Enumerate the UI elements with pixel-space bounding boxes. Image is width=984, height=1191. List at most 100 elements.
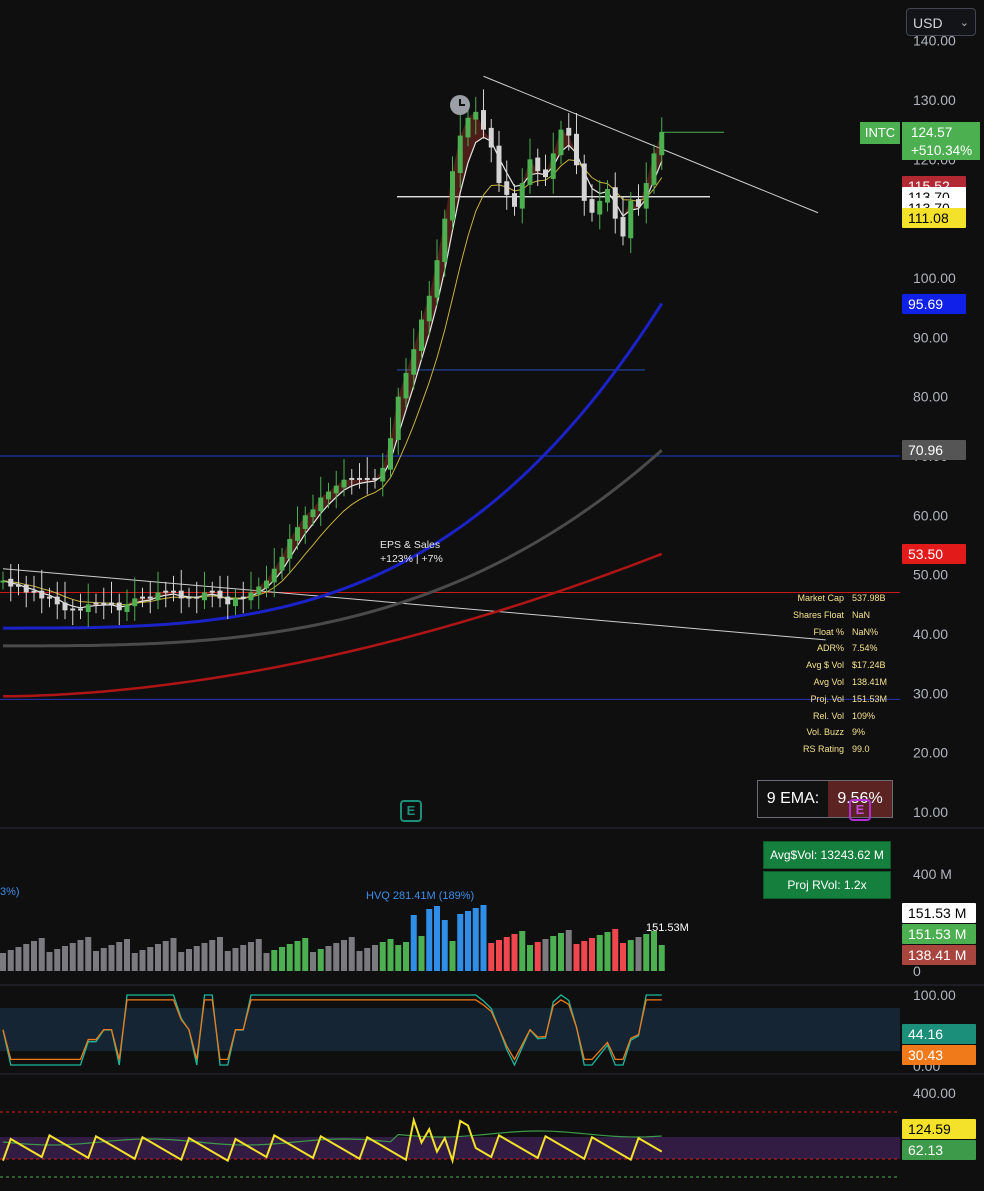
candle-body: [550, 153, 556, 179]
candle-body: [411, 349, 417, 375]
candle-body: [636, 199, 641, 207]
candle-body: [581, 163, 587, 201]
candle-body: [457, 135, 463, 173]
rvol-tag: 124.59: [902, 1119, 976, 1139]
volume-axis-tick: 400 M: [913, 866, 952, 882]
eps-annotation[interactable]: EPS & Sales +123% | +7%: [380, 538, 443, 566]
candle-body: [8, 578, 14, 587]
candle-body: [473, 111, 479, 120]
volume-bar: [449, 941, 456, 971]
candle-body: [333, 485, 339, 494]
candle-body: [264, 580, 269, 589]
proj-rvol-button[interactable]: Proj RVol: 1.2x: [763, 871, 891, 899]
candle-body: [504, 181, 510, 195]
volume-bar: [627, 940, 634, 971]
volume-bar: [232, 948, 239, 971]
candle-body: [527, 159, 533, 185]
currency-select[interactable]: USD ⌄: [906, 8, 976, 36]
stats-key: Shares Float: [792, 609, 844, 620]
candle-body: [403, 372, 409, 399]
alarm-clock-icon[interactable]: [450, 95, 470, 115]
candle-body: [186, 596, 192, 599]
volume-bar: [317, 949, 324, 971]
volume-bar: [651, 931, 657, 971]
stats-row: RS Rating 99.0: [760, 741, 900, 758]
stoch-band: [0, 1008, 900, 1051]
volume-bar: [612, 929, 619, 971]
volume-bar: [403, 942, 409, 971]
volume-bar: [581, 941, 588, 971]
volume-bar: [558, 933, 564, 971]
candle-body: [202, 592, 207, 601]
stats-row: Market Cap 537.98B: [760, 590, 900, 607]
stats-table: Market Cap 537.98B Shares Float NaN Float % N…: [760, 590, 900, 758]
stats-row: Vol. Buzz 9%: [760, 724, 900, 741]
volume-bar: [457, 914, 464, 971]
candle-body: [225, 596, 231, 605]
volume-bar: [527, 945, 533, 971]
volume-bar: [511, 934, 518, 971]
volume-bar: [108, 945, 115, 971]
candle-body: [16, 584, 21, 587]
volume-bar: [465, 911, 471, 971]
stats-key: Market Cap: [797, 593, 844, 603]
candle-body: [310, 509, 316, 518]
price-tag: 70.96: [902, 440, 966, 461]
price-axis-tick: 60.00: [913, 507, 948, 523]
volume-bar: [426, 909, 433, 971]
volume-bar: [488, 943, 495, 971]
stats-value: 109%: [852, 710, 876, 721]
avg-dollar-vol-button[interactable]: Avg$Vol: 13243.62 M: [763, 841, 891, 869]
volume-bar: [387, 939, 394, 971]
stats-key: Avg $ Vol: [806, 660, 844, 671]
price-axis-tick: 80.00: [913, 389, 948, 405]
volume-bar: [635, 937, 642, 971]
candle-body: [434, 260, 440, 298]
candle-body: [643, 183, 649, 209]
candle-body: [124, 604, 130, 613]
volume-bar: [565, 930, 572, 971]
price-tag: 111.08: [902, 208, 966, 229]
earnings-purple-icon[interactable]: E: [849, 799, 871, 821]
volume-bar: [643, 934, 650, 971]
candle-body: [481, 110, 486, 130]
earnings-icon[interactable]: E: [400, 800, 422, 822]
stats-row: Rel. Vol 109%: [760, 708, 900, 725]
candle-body: [248, 592, 254, 601]
currency-label: USD: [913, 15, 943, 31]
volume-bar: [620, 943, 626, 971]
candle-body: [23, 584, 29, 593]
volume-tag: 151.53 M: [902, 924, 976, 944]
stoch-tag: 44.16: [902, 1024, 976, 1044]
stats-row: Shares Float NaN: [760, 607, 900, 624]
stats-value: 537.98B: [852, 593, 886, 603]
volume-axis-tick: 0: [913, 963, 921, 979]
volume-bar: [131, 953, 138, 971]
candle-body: [426, 295, 432, 322]
stats-value: 138.41M: [852, 676, 888, 687]
last-price-change: +510.34%: [911, 143, 973, 158]
candle-body: [512, 193, 517, 207]
candle-body: [543, 169, 548, 178]
candle-body: [605, 189, 610, 203]
volume-bar: [434, 906, 440, 971]
volume-bar: [418, 936, 425, 971]
candle-body: [194, 596, 200, 599]
stats-value: 7.54%: [852, 643, 878, 654]
last-price: 124.57: [911, 125, 953, 140]
candle-body: [597, 200, 603, 215]
candle-body: [318, 497, 324, 512]
volume-bar: [217, 937, 223, 971]
volume-bar: [155, 944, 161, 971]
last-price-tag: 124.57 +510.34%: [902, 122, 980, 160]
volume-bar: [255, 939, 262, 971]
stats-key: Float %: [813, 626, 844, 637]
candle-body: [54, 596, 60, 605]
rvol-tag: 62.13: [902, 1140, 976, 1160]
rvol-axis-tick: 400.00: [913, 1085, 956, 1101]
volume-bar: [147, 947, 154, 971]
volume-bar: [116, 942, 123, 971]
volume-bar: [69, 943, 76, 971]
stats-value: NaN%: [852, 626, 879, 637]
stats-key: Avg Vol: [813, 676, 844, 687]
